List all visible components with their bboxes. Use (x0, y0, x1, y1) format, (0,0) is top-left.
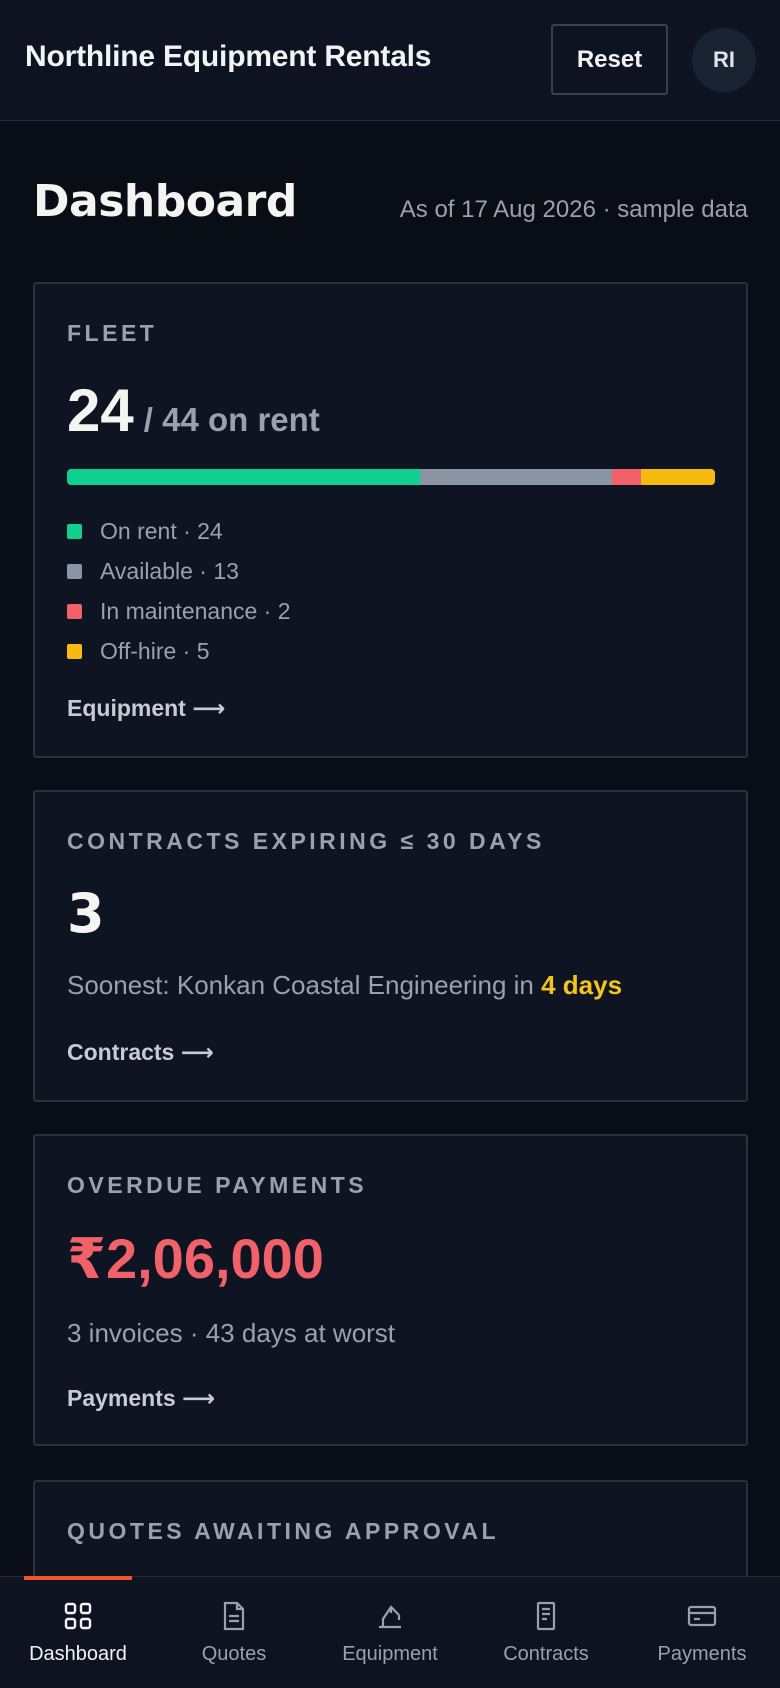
legend-label: Available · 13 (100, 557, 239, 584)
document-icon (223, 1601, 245, 1631)
overdue-label: OVERDUE PAYMENTS (67, 1172, 368, 1198)
reset-button[interactable]: Reset (551, 24, 668, 95)
nav-payments[interactable]: Payments (624, 1577, 780, 1688)
page-title: Dashboard (33, 176, 297, 227)
overdue-amount: ₹2,06,000 (67, 1227, 324, 1290)
legend-swatch (67, 643, 82, 659)
bar-segment-on-rent (67, 469, 421, 485)
legend-swatch (67, 523, 82, 539)
top-bar: Northline Equipment Rentals Reset RI (0, 0, 780, 121)
fleet-legend: On rent · 24 Available · 13 In maintenan… (67, 511, 291, 671)
legend-item-on-rent: On rent · 24 (67, 511, 291, 551)
fleet-total: / 44 on rent (143, 401, 320, 438)
legend-label: In maintenance · 2 (100, 597, 291, 624)
legend-label: On rent · 24 (100, 517, 223, 544)
legend-swatch (67, 563, 82, 579)
payments-link[interactable]: Payments ⟶ (67, 1385, 215, 1412)
legend-label: Off-hire · 5 (100, 637, 210, 664)
contract-icon (536, 1601, 556, 1631)
nav-quotes[interactable]: Quotes (156, 1577, 312, 1688)
soonest-days: 4 days (541, 970, 623, 1000)
overdue-subtitle: 3 invoices · 43 days at worst (67, 1318, 396, 1348)
contracts-card: CONTRACTS EXPIRING ≤ 30 DAYS 3 Soonest: … (33, 790, 748, 1102)
fleet-summary: 24 / 44 on rent (67, 376, 320, 445)
nav-label: Contracts (503, 1643, 589, 1665)
legend-swatch (67, 603, 82, 619)
nav-equipment[interactable]: Equipment (312, 1577, 468, 1688)
nav-label: Dashboard (29, 1643, 127, 1665)
crane-icon (379, 1605, 401, 1629)
as-of-date: As of 17 Aug 2026 · sample data (399, 196, 748, 223)
nav-label: Payments (657, 1643, 747, 1665)
nav-label: Equipment (342, 1643, 438, 1665)
nav-label: Quotes (201, 1643, 267, 1665)
equipment-link[interactable]: Equipment ⟶ (67, 695, 225, 722)
fleet-on-rent-count: 24 (67, 377, 134, 444)
legend-item-maintenance: In maintenance · 2 (67, 591, 291, 631)
contracts-link[interactable]: Contracts ⟶ (67, 1039, 214, 1066)
nav-dashboard[interactable]: Dashboard (0, 1576, 156, 1688)
bottom-nav: Dashboard Quotes Equipment Contracts Pay… (0, 1576, 780, 1688)
legend-item-available: Available · 13 (67, 551, 291, 591)
bar-segment-maintenance (611, 469, 642, 485)
overdue-payments-card: OVERDUE PAYMENTS ₹2,06,000 3 invoices · … (33, 1134, 748, 1446)
contracts-label: CONTRACTS EXPIRING ≤ 30 DAYS (67, 828, 545, 854)
bar-segment-off-hire (641, 469, 715, 485)
legend-item-off-hire: Off-hire · 5 (67, 631, 291, 671)
avatar[interactable]: RI (692, 28, 756, 92)
app-title: Northline Equipment Rentals (25, 40, 432, 73)
nav-contracts[interactable]: Contracts (468, 1577, 624, 1688)
soonest-text: Soonest: Konkan Coastal Engineering in (67, 970, 542, 1000)
fleet-card: FLEET 24 / 44 on rent On rent · 24 Avail… (33, 282, 748, 758)
soonest-contract: Soonest: Konkan Coastal Engineering in 4… (67, 970, 622, 1001)
fleet-status-bar (67, 469, 715, 485)
quotes-label: QUOTES AWAITING APPROVAL (67, 1518, 499, 1544)
card-icon (687, 1605, 717, 1627)
contracts-expiring-count: 3 (67, 882, 105, 945)
bar-segment-available (420, 469, 612, 485)
grid-icon (64, 1602, 92, 1630)
fleet-label: FLEET (67, 320, 158, 346)
